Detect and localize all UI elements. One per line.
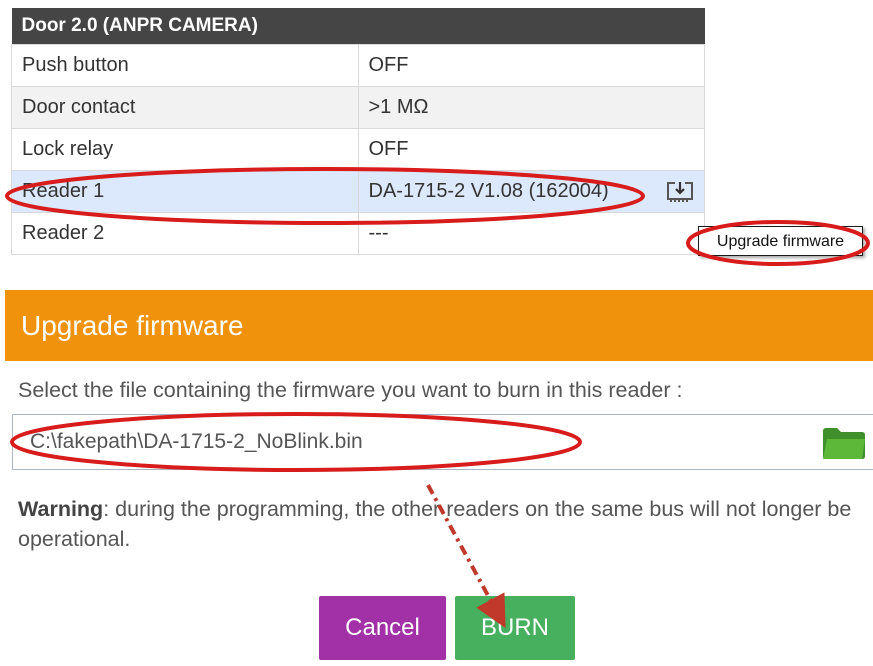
row-value-reader-1: DA-1715-2 V1.08 (162004) xyxy=(357,170,705,213)
warning-message: Warning: during the programming, the oth… xyxy=(18,494,868,554)
row-value-reader-2: --- xyxy=(357,212,705,255)
row-label-door-contact: Door contact xyxy=(11,86,359,129)
dialog-instruction: Select the file containing the firmware … xyxy=(18,378,683,402)
table-row: Push button OFF xyxy=(11,44,705,87)
upgrade-firmware-icon[interactable] xyxy=(666,180,694,204)
row-label-reader-2: Reader 2 xyxy=(11,212,359,255)
cancel-button[interactable]: Cancel xyxy=(319,596,446,660)
folder-icon[interactable] xyxy=(821,425,867,461)
warning-label: Warning xyxy=(18,497,104,521)
reader-1-version: DA-1715-2 V1.08 (162004) xyxy=(368,180,609,202)
upgrade-firmware-tooltip: Upgrade firmware xyxy=(698,226,863,256)
row-label-push-button: Push button xyxy=(11,44,359,87)
firmware-file-input[interactable]: C:\fakepath\DA-1715-2_NoBlink.bin xyxy=(12,414,873,470)
warning-text: : during the programming, the other read… xyxy=(18,497,852,551)
row-value-lock-relay: OFF xyxy=(357,128,705,171)
table-row: Reader 2 --- xyxy=(11,212,705,255)
file-path-value: C:\fakepath\DA-1715-2_NoBlink.bin xyxy=(30,430,363,453)
table-row: Lock relay OFF xyxy=(11,128,705,171)
row-label-reader-1: Reader 1 xyxy=(11,170,359,213)
table-row-reader-1[interactable]: Reader 1 DA-1715-2 V1.08 (162004) xyxy=(11,170,705,213)
dialog-title: Upgrade firmware xyxy=(5,290,873,361)
row-label-lock-relay: Lock relay xyxy=(11,128,359,171)
table-row: Door contact >1 MΩ xyxy=(11,86,705,129)
burn-button[interactable]: BURN xyxy=(455,596,575,660)
row-value-push-button: OFF xyxy=(357,44,705,87)
row-value-door-contact: >1 MΩ xyxy=(357,86,705,129)
door-title: Door 2.0 (ANPR CAMERA) xyxy=(11,8,705,45)
door-status-table: Door 2.0 (ANPR CAMERA) Push button OFF D… xyxy=(11,8,705,255)
